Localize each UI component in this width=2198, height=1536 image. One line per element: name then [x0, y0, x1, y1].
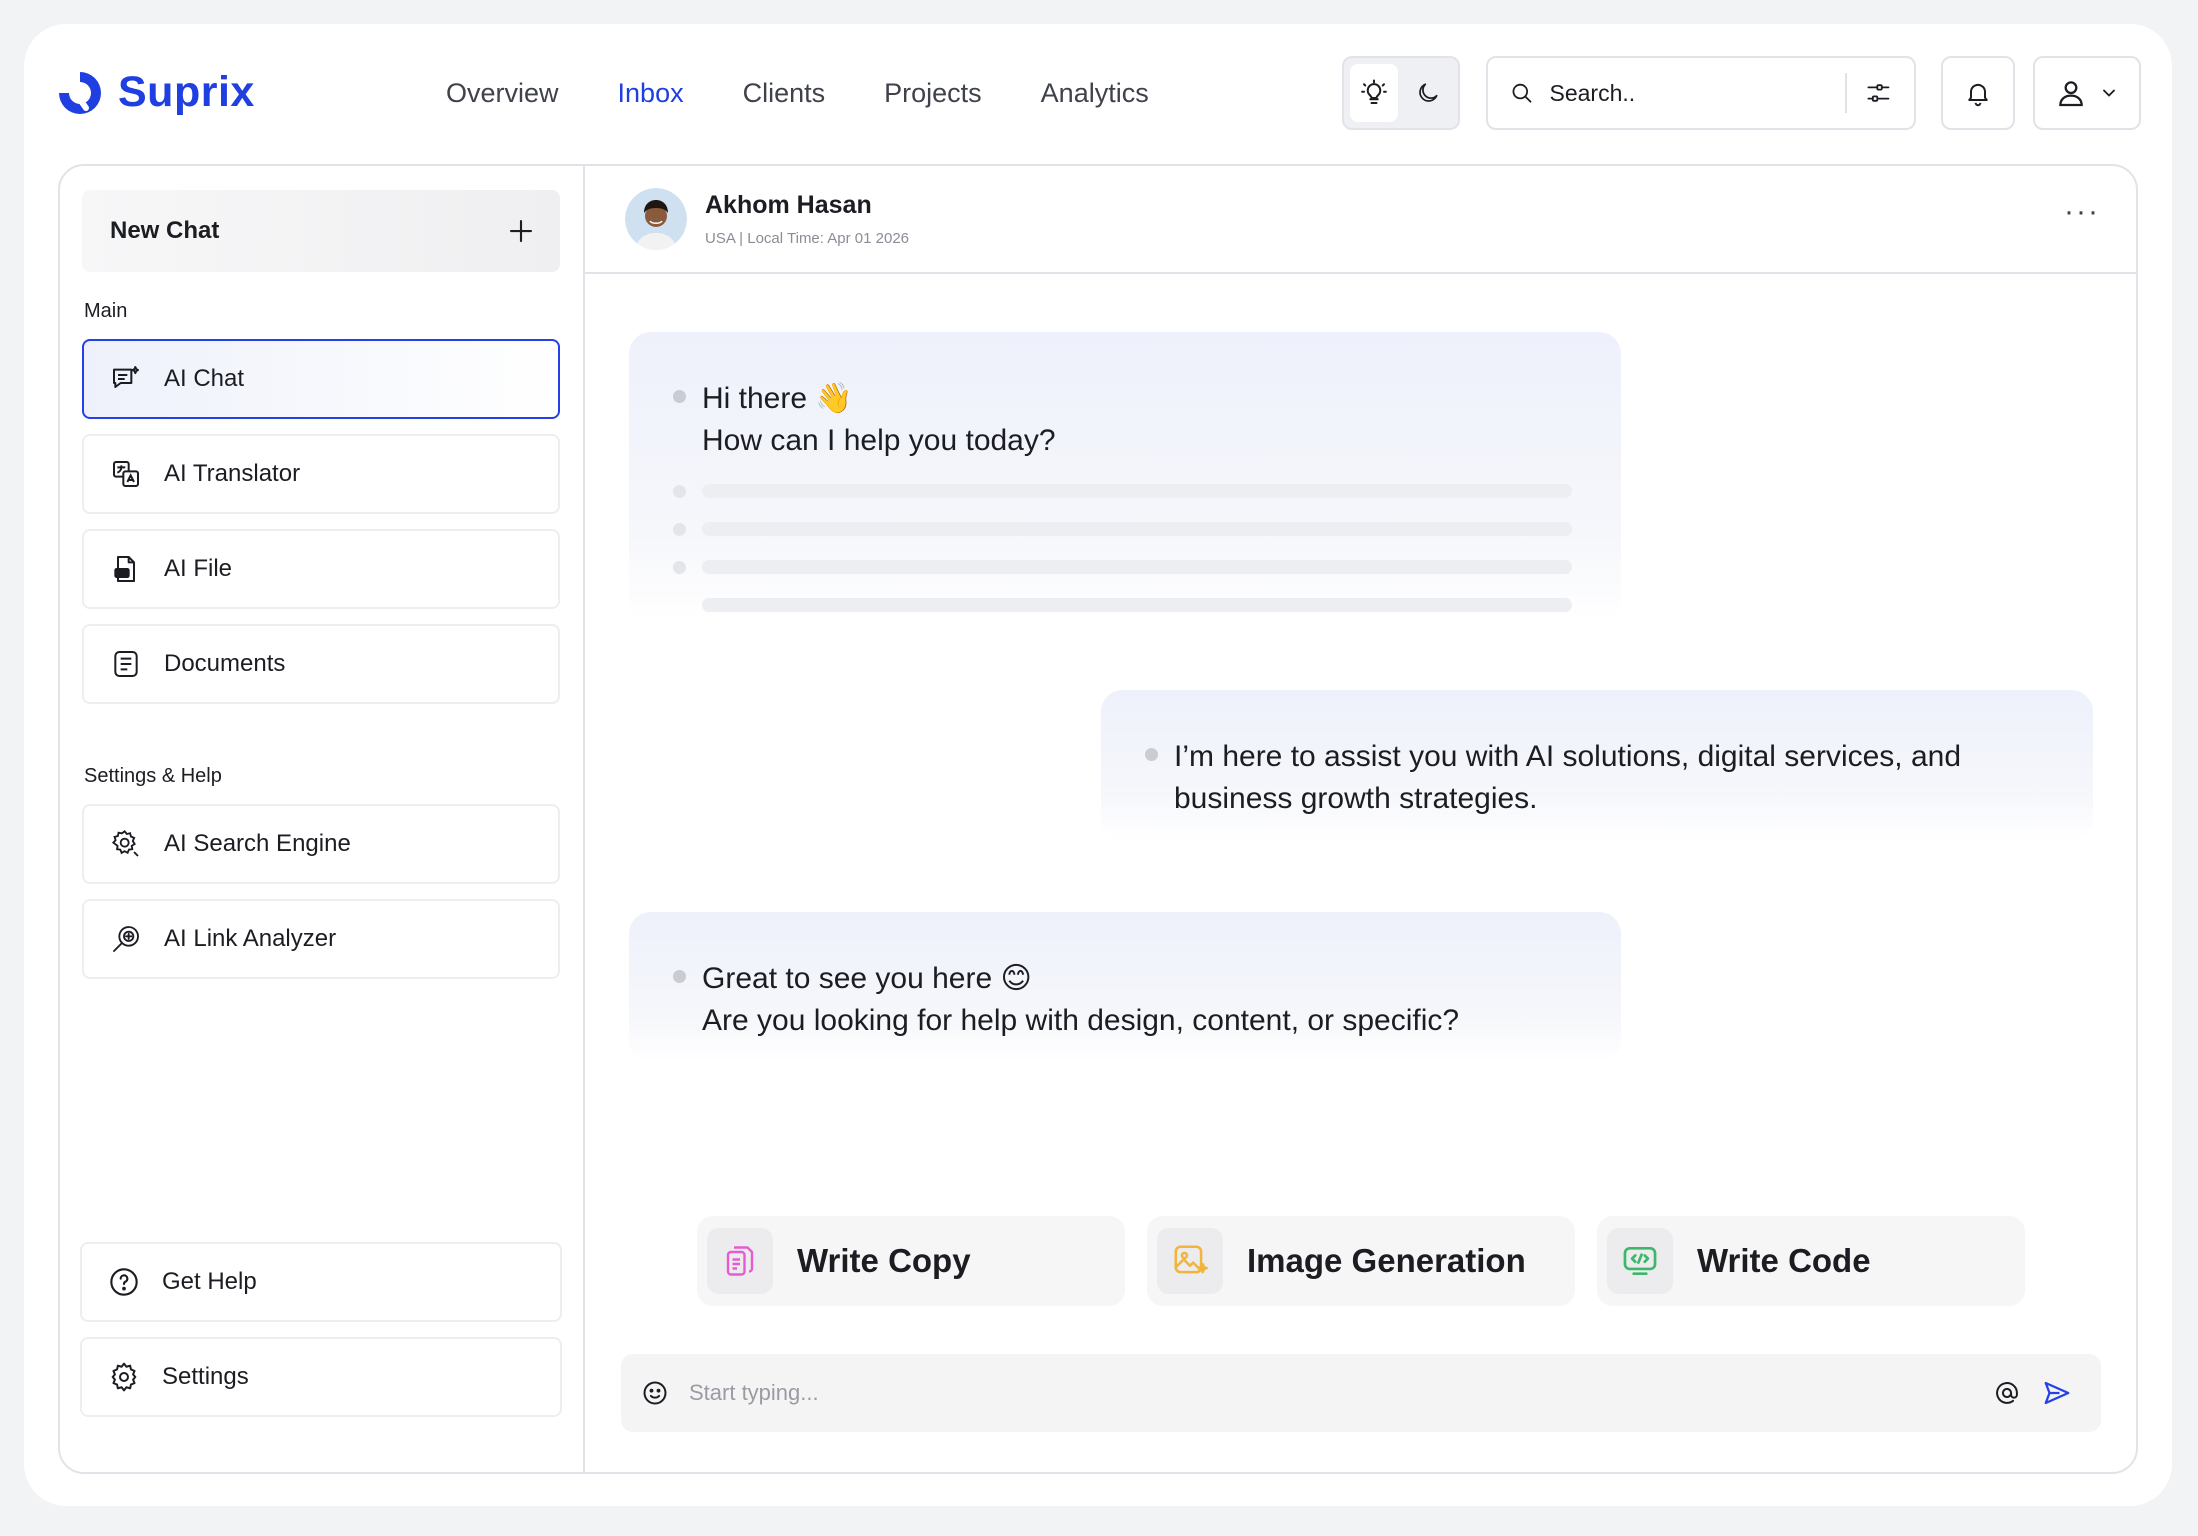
nav-overview[interactable]: Overview [446, 78, 559, 109]
more-options-icon[interactable]: ··· [2064, 195, 2100, 229]
message-bubble-3: Great to see you here 😊 Are you looking … [629, 912, 1621, 1062]
dark-mode-button[interactable] [1404, 64, 1452, 122]
sidebar-item-ai-translator[interactable]: AI Translator [82, 434, 560, 514]
sidebar-item-get-help[interactable]: Get Help [80, 1242, 562, 1322]
moon-icon [1419, 83, 1438, 102]
message-bubble-1: Hi there 👋 How can I help you today? [629, 332, 1621, 622]
bullet-dot [1145, 748, 1158, 761]
main-panel: New Chat Main AI Chat AI Translator AI A… [58, 164, 2138, 1474]
suggestion-write-code[interactable]: Write Code [1597, 1216, 2025, 1306]
contact-info: Akhom Hasan USA | Local Time: Apr 01 202… [705, 191, 909, 247]
emoji-icon[interactable] [635, 1373, 675, 1413]
nav-inbox[interactable]: Inbox [618, 78, 684, 109]
sidebar: New Chat Main AI Chat AI Translator AI A… [60, 166, 585, 1472]
theme-toggle [1342, 56, 1460, 130]
sidebar-item-label: Documents [164, 650, 286, 677]
translate-icon [113, 461, 139, 487]
suggestion-label: Image Generation [1247, 1242, 1526, 1279]
brand-name: Suprix [118, 68, 255, 116]
message-text-2: Are you looking for help with design, co… [702, 1004, 1460, 1037]
code-icon-wrap [1607, 1228, 1673, 1294]
suggestion-write-copy[interactable]: Write Copy [697, 1216, 1125, 1306]
message-line: I’m here to assist you with AI solutions… [1145, 736, 2053, 820]
message-composer [621, 1354, 2101, 1432]
chat-area: Akhom Hasan USA | Local Time: Apr 01 202… [585, 166, 2136, 1472]
sidebar-item-label: Get Help [162, 1268, 257, 1295]
app-window: Suprix Overview Inbox Clients Projects A… [24, 24, 2172, 1506]
message-text-1: Great to see you here 😊 [702, 962, 1032, 995]
message-text-1: Hi there 👋 [702, 382, 853, 415]
nav-analytics[interactable]: Analytics [1041, 78, 1149, 109]
notifications-button[interactable] [1941, 56, 2015, 130]
main-nav: Overview Inbox Clients Projects Analytic… [446, 78, 1149, 109]
new-chat-label: New Chat [110, 217, 220, 244]
message-bubble-2: I’m here to assist you with AI solutions… [1101, 690, 2093, 840]
typing-skeleton [673, 484, 1589, 612]
suggestion-label: Write Copy [797, 1242, 971, 1279]
image-gen-icon-wrap [1157, 1228, 1223, 1294]
sidebar-item-settings[interactable]: Settings [80, 1337, 562, 1417]
section-label-settings: Settings & Help [84, 765, 222, 787]
send-icon[interactable] [2037, 1373, 2077, 1413]
sidebar-item-ai-link-analyzer[interactable]: AI Link Analyzer [82, 899, 560, 979]
contact-name: Akhom Hasan [705, 191, 872, 219]
sidebar-item-ai-search-engine[interactable]: AI Search Engine [82, 804, 560, 884]
brand-logo[interactable]: Suprix [56, 68, 255, 117]
new-chat-button[interactable]: New Chat [82, 190, 560, 272]
settings-gear-icon [111, 1362, 137, 1392]
chevron-down-icon [2103, 89, 2115, 97]
sidebar-item-ai-file[interactable]: AI AI File [82, 529, 560, 609]
bullet-dot [673, 390, 686, 403]
suprix-logo-icon [59, 71, 101, 114]
avatar[interactable] [625, 188, 687, 250]
svg-text:AI: AI [117, 570, 124, 577]
help-circle-icon [110, 1268, 138, 1296]
sidebar-item-label: AI Chat [164, 365, 245, 392]
sidebar-bottom: Get Help Settings [80, 1242, 562, 1432]
link-analyzer-icon [113, 926, 139, 952]
bell-icon [1968, 83, 1988, 107]
message-line: Great to see you here 😊 Are you looking … [673, 958, 1589, 1042]
message-text: I’m here to assist you with AI solutions… [1174, 740, 1962, 815]
search-divider [1845, 73, 1848, 113]
message-text-2: How can I help you today? [702, 424, 1056, 457]
suggestion-image-generation[interactable]: Image Generation [1147, 1216, 1575, 1306]
sidebar-item-ai-chat[interactable]: AI Chat [82, 339, 560, 419]
search-input[interactable] [1549, 79, 1846, 107]
plus-icon [509, 219, 533, 243]
section-label-main: Main [84, 300, 128, 322]
user-menu-button[interactable] [2033, 56, 2141, 130]
user-icon [2059, 81, 2083, 107]
bullet-dot [673, 970, 686, 983]
sidebar-item-label: AI Search Engine [164, 830, 351, 857]
copy-icon-wrap [707, 1228, 773, 1294]
lightbulb-icon [1361, 79, 1387, 104]
copy-icon [726, 1246, 754, 1276]
search-box [1486, 56, 1916, 130]
mention-icon[interactable] [1987, 1373, 2027, 1413]
message-line: Hi there 👋 How can I help you today? [673, 378, 1589, 462]
top-bar: Suprix Overview Inbox Clients Projects A… [24, 24, 2172, 164]
chat-header: Akhom Hasan USA | Local Time: Apr 01 202… [585, 166, 2136, 274]
suggestion-label: Write Code [1697, 1242, 1871, 1279]
document-icon [114, 651, 138, 677]
sidebar-item-label: Settings [162, 1363, 249, 1390]
sidebar-item-label: AI Translator [164, 460, 301, 487]
image-gen-icon [1174, 1245, 1208, 1274]
sliders-icon[interactable] [1865, 77, 1892, 109]
nav-clients[interactable]: Clients [743, 78, 826, 109]
code-icon [1623, 1246, 1657, 1276]
sidebar-item-documents[interactable]: Documents [82, 624, 560, 704]
search-icon [1512, 83, 1532, 103]
sidebar-item-label: AI Link Analyzer [164, 925, 337, 952]
contact-avatar-icon [625, 188, 687, 250]
ai-chat-icon [113, 366, 139, 388]
message-input[interactable] [689, 1380, 1987, 1406]
light-mode-button[interactable] [1350, 64, 1398, 122]
sidebar-item-label: AI File [164, 555, 233, 582]
ai-file-icon: AI [114, 556, 135, 582]
nav-projects[interactable]: Projects [884, 78, 982, 109]
contact-location-time: USA | Local Time: Apr 01 2026 [705, 230, 910, 247]
gear-search-icon [111, 830, 139, 857]
